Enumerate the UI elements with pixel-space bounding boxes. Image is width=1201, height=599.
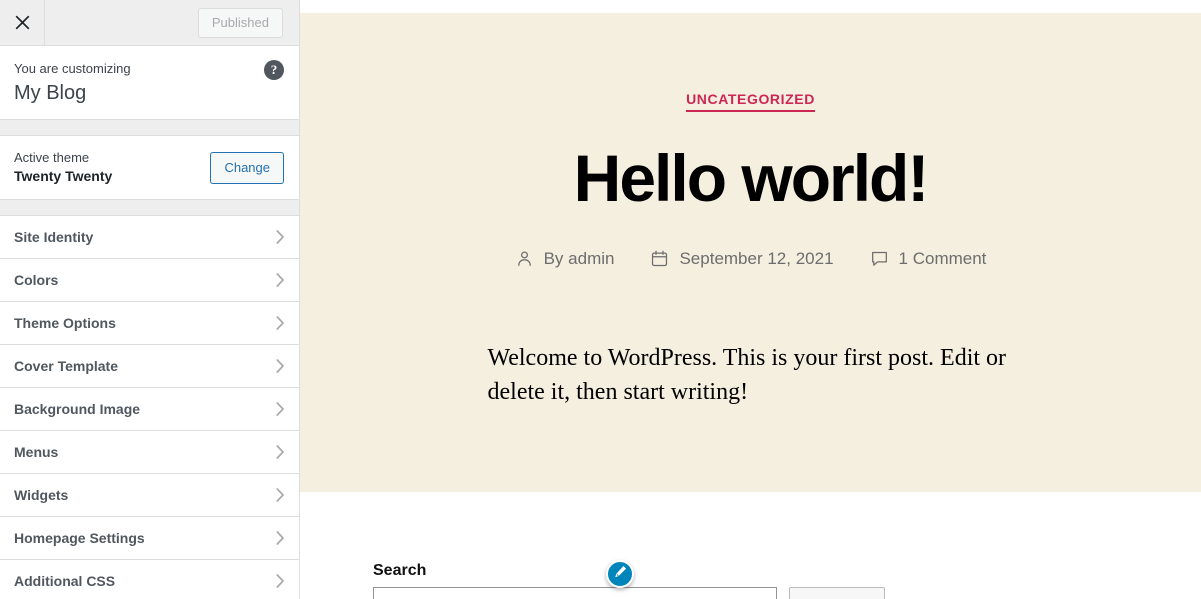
post-cover-area: UNCATEGORIZED Hello world! By admin Sept… — [300, 13, 1201, 492]
search-input[interactable] — [373, 587, 777, 599]
chevron-right-icon — [265, 485, 285, 505]
post-comments-label: 1 Comment — [898, 249, 987, 269]
edit-pencil-icon — [613, 564, 628, 584]
edit-shortcut-button[interactable] — [606, 560, 634, 588]
change-theme-button[interactable]: Change — [210, 151, 284, 184]
post-date-label: September 12, 2021 — [679, 249, 834, 269]
chevron-right-icon — [265, 442, 285, 462]
sidebar-item-label: Menus — [14, 444, 59, 460]
chevron-right-icon — [265, 270, 285, 290]
help-icon[interactable]: ? — [264, 60, 284, 80]
post-comments: 1 Comment — [870, 249, 987, 269]
active-theme-label: Active theme — [14, 149, 90, 165]
post-title: Hello world! — [573, 140, 930, 215]
search-form — [373, 587, 1201, 599]
chevron-right-icon — [265, 399, 285, 419]
widget-title: Search — [373, 562, 427, 579]
site-preview-frame: UNCATEGORIZED Hello world! By admin Sept… — [300, 0, 1201, 599]
customizer-section-list: Site Identity Colors Theme Options Cover… — [0, 215, 299, 599]
search-submit-button[interactable] — [789, 587, 885, 599]
sidebar-item-theme-options[interactable]: Theme Options — [0, 302, 299, 345]
customizer-sidebar: Published You are customizing My Blog ? … — [0, 0, 300, 599]
active-theme-text: Active theme Twenty Twenty — [14, 148, 112, 187]
header-spacer — [45, 0, 198, 45]
sidebar-item-label: Theme Options — [14, 315, 116, 331]
preview-top-strip — [300, 0, 1201, 13]
active-theme-name: Twenty Twenty — [14, 168, 113, 185]
post-date: September 12, 2021 — [650, 249, 834, 269]
sidebar-item-cover-template[interactable]: Cover Template — [0, 345, 299, 388]
publish-button[interactable]: Published — [197, 7, 283, 38]
customizing-info-panel: You are customizing My Blog ? — [0, 46, 299, 120]
sidebar-item-menus[interactable]: Menus — [0, 431, 299, 474]
post-author: By admin — [515, 249, 615, 269]
sidebar-item-colors[interactable]: Colors — [0, 259, 299, 302]
chevron-right-icon — [265, 313, 285, 333]
sidebar-item-homepage-settings[interactable]: Homepage Settings — [0, 517, 299, 560]
post-meta: By admin September 12, 2021 1 Comment — [300, 249, 1201, 268]
sidebar-item-label: Additional CSS — [14, 573, 116, 589]
sidebar-item-background-image[interactable]: Background Image — [0, 388, 299, 431]
post-author-label: By admin — [543, 249, 615, 269]
sidebar-item-label: Widgets — [14, 487, 69, 503]
widget-area: Search — [300, 492, 1201, 599]
panel-gap-lower — [0, 200, 299, 215]
person-icon — [515, 249, 534, 268]
sidebar-item-label: Cover Template — [14, 358, 118, 374]
customizer-header: Published — [0, 0, 299, 46]
panel-gap-upper — [0, 120, 299, 135]
active-theme-panel: Active theme Twenty Twenty Change — [0, 135, 299, 200]
chevron-right-icon — [265, 571, 285, 591]
sidebar-item-additional-css[interactable]: Additional CSS — [0, 560, 299, 599]
sidebar-item-label: Colors — [14, 272, 59, 288]
close-customizer-button[interactable] — [0, 0, 45, 45]
post-category-link[interactable]: UNCATEGORIZED — [686, 91, 815, 112]
site-title: My Blog — [14, 82, 87, 105]
publish-area: Published — [197, 0, 299, 45]
chevron-right-icon — [265, 356, 285, 376]
customizer-app: Published You are customizing My Blog ? … — [0, 0, 1201, 599]
chevron-right-icon — [265, 528, 285, 548]
comment-icon — [870, 249, 889, 268]
close-icon — [15, 15, 30, 30]
sidebar-item-site-identity[interactable]: Site Identity — [0, 216, 299, 259]
customizing-eyebrow: You are customizing — [14, 61, 131, 76]
sidebar-item-widgets[interactable]: Widgets — [0, 474, 299, 517]
calendar-icon — [650, 249, 669, 268]
post-excerpt: Welcome to WordPress. This is your first… — [487, 345, 1007, 406]
sidebar-item-label: Background Image — [14, 401, 141, 417]
sidebar-item-label: Homepage Settings — [14, 530, 145, 546]
chevron-right-icon — [265, 227, 285, 247]
sidebar-item-label: Site Identity — [14, 229, 94, 245]
